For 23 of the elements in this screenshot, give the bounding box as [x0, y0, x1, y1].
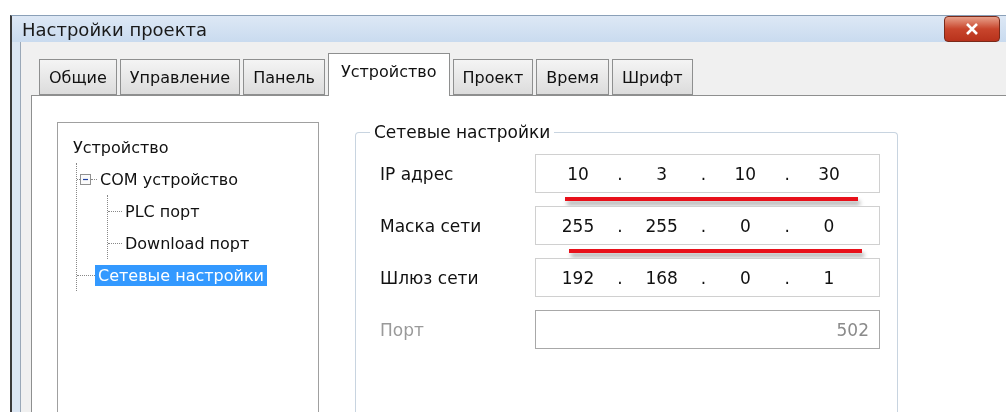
- close-button[interactable]: [944, 16, 1000, 42]
- tab[interactable]: Общие: [39, 59, 117, 95]
- ip-address-field[interactable]: 10 . 3 . 10 . 30: [535, 154, 880, 193]
- field-label: IP адрес: [379, 163, 455, 184]
- ip-address-field[interactable]: 192 . 168 . 0 . 1: [535, 258, 880, 297]
- window-title: Настройки проекта: [22, 18, 208, 40]
- tab[interactable]: Панель: [243, 59, 325, 95]
- group-title: Сетевые настройки: [373, 122, 552, 142]
- field-label: Маска сети: [379, 215, 483, 236]
- tree-item[interactable]: Устройство: [70, 136, 172, 158]
- collapse-toggle-icon[interactable]: [80, 173, 91, 185]
- tab[interactable]: Управление: [119, 59, 241, 95]
- tab[interactable]: Проект: [452, 59, 534, 95]
- field-label: Шлюз сети: [379, 267, 480, 288]
- tree-item[interactable]: Download порт: [122, 232, 253, 254]
- tab[interactable]: Время: [536, 59, 609, 95]
- close-icon: [965, 23, 979, 35]
- field-label: Порт: [379, 319, 425, 340]
- tree-item[interactable]: PLC порт: [122, 200, 203, 222]
- tab[interactable]: Шрифт: [612, 59, 693, 95]
- ip-address-field[interactable]: 255 . 255 . 0 . 0: [535, 206, 880, 245]
- tab[interactable]: Устройство: [327, 53, 450, 96]
- tree-item[interactable]: COM устройство: [97, 168, 241, 190]
